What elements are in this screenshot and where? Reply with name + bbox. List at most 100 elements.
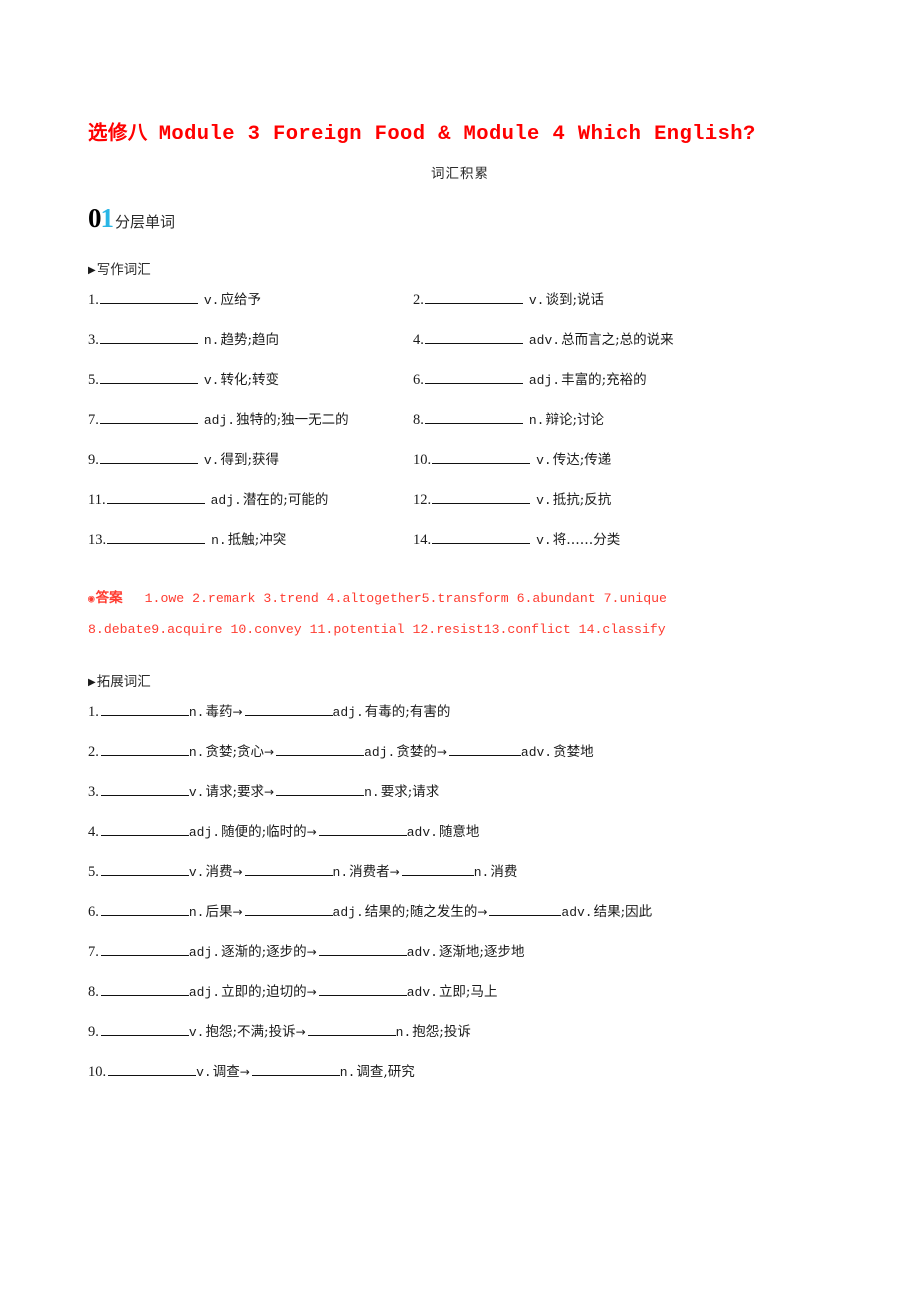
vocab-index: 9. xyxy=(88,451,99,468)
derivation-answer-blank[interactable] xyxy=(100,942,189,956)
vocab-meaning: 抵抗;反抗 xyxy=(552,491,612,508)
vocab-item: 6. adj. 丰富的;充裕的 xyxy=(413,368,738,389)
derivation-part-of-speech: v. xyxy=(188,1024,205,1040)
vocab-answer-blank[interactable] xyxy=(432,530,531,544)
writing-vocab-heading-label: 写作词汇 xyxy=(96,261,151,278)
vocab-answer-blank[interactable] xyxy=(99,450,198,464)
derivation-part-of-speech: adj. xyxy=(188,944,221,960)
derivation-answer-blank[interactable] xyxy=(108,1062,197,1076)
vocab-part-of-speech: v. xyxy=(528,292,545,308)
vocab-row: 13. n. 抵触;冲突 14. v. 将……分类 xyxy=(88,528,832,568)
vocab-answer-blank[interactable] xyxy=(424,410,523,424)
vocab-answer-blank[interactable] xyxy=(424,330,523,344)
derivation-index: 8. xyxy=(88,983,99,1000)
derivation-answer-blank[interactable] xyxy=(276,742,365,756)
derivation-part-of-speech: n. xyxy=(188,904,205,920)
derivation-meaning: 请求;要求 xyxy=(205,783,265,800)
derivation-answer-blank[interactable] xyxy=(448,742,521,756)
derivation-answer-blank[interactable] xyxy=(100,862,189,876)
derivation-row: 10. v. 调查 → n. 调查,研究 xyxy=(88,1060,832,1100)
vocab-index: 3. xyxy=(88,331,99,348)
vocab-item: 2. v. 谈到;说话 xyxy=(413,288,738,309)
arrow-right-icon: → xyxy=(264,744,275,759)
derivation-part-of-speech: adj. xyxy=(188,984,221,1000)
derivation-answer-blank[interactable] xyxy=(318,942,407,956)
extended-vocab-list: 1. n. 毒药 → adj. 有毒的;有害的 2. n. 贪婪;贪心 → adj. 贪婪的 → adv.… xyxy=(88,690,832,1100)
arrow-right-icon: → xyxy=(232,864,243,879)
derivation-answer-blank[interactable] xyxy=(100,702,189,716)
vocab-item: 9. v. 得到;获得 xyxy=(88,448,413,469)
vocab-part-of-speech: adj. xyxy=(528,372,561,388)
derivation-meaning: 消费者 xyxy=(349,863,390,880)
vocab-row: 5. v. 转化;转变 6. adj. 丰富的;充裕的 xyxy=(88,368,832,408)
writing-vocab-heading: ▶写作词汇 xyxy=(88,234,832,278)
vocab-part-of-speech: v. xyxy=(536,492,552,508)
vocab-part-of-speech: v. xyxy=(203,372,220,388)
vocab-item: 12. v. 抵抗;反抗 xyxy=(413,488,738,509)
vocab-answer-blank[interactable] xyxy=(99,290,198,304)
vocab-part-of-speech: v. xyxy=(536,452,552,468)
vocab-index: 13. xyxy=(88,531,107,548)
derivation-meaning: 消费 xyxy=(490,863,518,880)
vocab-answer-blank[interactable] xyxy=(424,290,523,304)
derivation-answer-blank[interactable] xyxy=(100,902,189,916)
derivation-meaning: 随意地 xyxy=(438,823,480,840)
vocab-meaning: 辩论;讨论 xyxy=(545,411,605,428)
derivation-answer-blank[interactable] xyxy=(251,1062,340,1076)
derivation-answer-blank[interactable] xyxy=(100,742,189,756)
derivation-answer-blank[interactable] xyxy=(401,862,474,876)
derivation-answer-blank[interactable] xyxy=(100,982,189,996)
derivation-answer-blank[interactable] xyxy=(100,822,189,836)
page-subtitle: 词汇积累 xyxy=(431,166,489,182)
vocab-row: 9. v. 得到;获得 10. v. 传达;传递 xyxy=(88,448,832,488)
arrow-right-icon: → xyxy=(264,784,275,799)
writing-vocab-grid: 1. v. 应给予 2. v. 谈到;说话 3. n. 趋势;趋向 4. adv. 总而言之;总的说来… xyxy=(88,278,832,568)
derivation-index: 9. xyxy=(88,1023,99,1040)
vocab-item: 7. adj. 独特的;独一无二的 xyxy=(88,408,413,429)
derivation-meaning: 后果 xyxy=(205,903,233,920)
vocab-index: 11. xyxy=(88,491,106,508)
derivation-index: 7. xyxy=(88,943,99,960)
section-number-second: 1 xyxy=(100,203,115,233)
derivation-meaning: 抱怨;不满;投诉 xyxy=(205,1023,296,1040)
vocab-item: 5. v. 转化;转变 xyxy=(88,368,413,389)
derivation-answer-blank[interactable] xyxy=(489,902,562,916)
derivation-part-of-speech: n. xyxy=(364,784,380,800)
derivation-answer-blank[interactable] xyxy=(318,982,407,996)
vocab-index: 10. xyxy=(413,451,432,468)
vocab-answer-blank[interactable] xyxy=(424,370,523,384)
arrow-right-icon: → xyxy=(295,1024,306,1039)
vocab-answer-blank[interactable] xyxy=(99,330,198,344)
arrow-right-icon: → xyxy=(436,744,447,759)
derivation-row: 4. adj. 随便的;临时的 → adv. 随意地 xyxy=(88,820,832,860)
vocab-item: 8. n. 辩论;讨论 xyxy=(413,408,738,429)
derivation-answer-blank[interactable] xyxy=(100,782,189,796)
derivation-answer-blank[interactable] xyxy=(244,902,333,916)
vocab-meaning: 得到;获得 xyxy=(220,451,280,468)
vocab-answer-blank[interactable] xyxy=(106,490,205,504)
vocab-meaning: 独特的;独一无二的 xyxy=(236,411,349,428)
triangle-right-icon: ▶ xyxy=(88,676,96,688)
derivation-row: 6. n. 后果 → adj. 结果的;随之发生的 → adv. 结果;因此 xyxy=(88,900,832,940)
derivation-answer-blank[interactable] xyxy=(307,1022,396,1036)
vocab-answer-blank[interactable] xyxy=(107,530,206,544)
derivation-answer-blank[interactable] xyxy=(244,862,333,876)
vocab-index: 2. xyxy=(413,291,424,308)
derivation-answer-blank[interactable] xyxy=(244,702,333,716)
vocab-part-of-speech: v. xyxy=(203,452,220,468)
derivation-answer-blank[interactable] xyxy=(276,782,365,796)
vocab-index: 5. xyxy=(88,371,99,388)
vocab-answer-blank[interactable] xyxy=(432,490,531,504)
derivation-part-of-speech: adj. xyxy=(332,904,364,920)
vocab-answer-blank[interactable] xyxy=(99,370,198,384)
derivation-part-of-speech: adj. xyxy=(188,824,221,840)
vocab-answer-blank[interactable] xyxy=(432,450,531,464)
derivation-answer-blank[interactable] xyxy=(318,822,407,836)
vocab-answer-blank[interactable] xyxy=(99,410,198,424)
extended-vocab-heading: ▶拓展词汇 xyxy=(88,646,832,690)
section-label: 分层单词 xyxy=(115,213,176,231)
derivation-answer-blank[interactable] xyxy=(100,1022,189,1036)
derivation-meaning: 随便的;临时的 xyxy=(221,823,307,840)
vocab-item: 13. n. 抵触;冲突 xyxy=(88,528,413,549)
derivation-row: 5. v. 消费 → n. 消费者 → n. 消费 xyxy=(88,860,832,900)
